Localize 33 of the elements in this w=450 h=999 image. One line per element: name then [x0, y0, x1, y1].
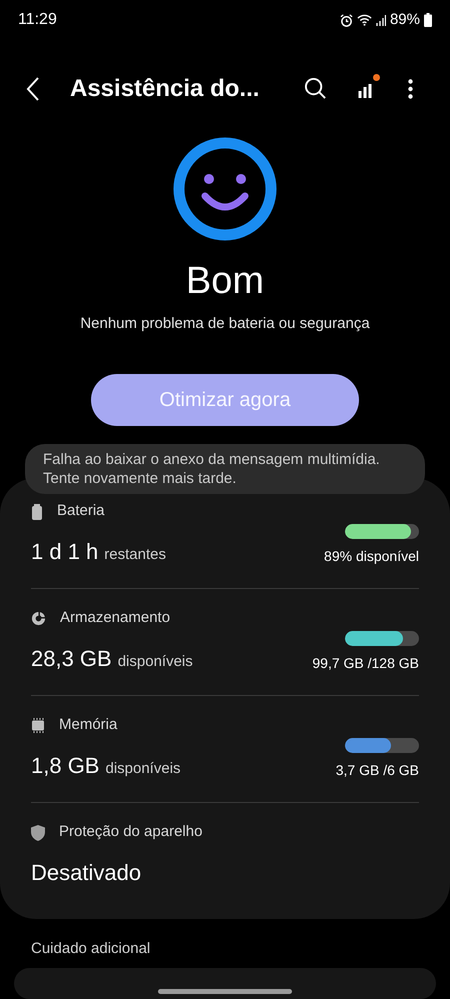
signal-icon: [376, 14, 386, 26]
section-title: Cuidado adicional: [31, 938, 152, 959]
item-label: Memória: [59, 715, 118, 736]
battery-percent: 89%: [390, 10, 420, 30]
status-title: Bom: [184, 259, 266, 304]
item-value: 1,8 GB: [31, 752, 100, 780]
wifi-icon: [356, 14, 372, 26]
search-icon: [304, 77, 326, 100]
item-unit: disponíveis: [118, 652, 193, 672]
usage-reading: 3,7 GB /6 GB: [336, 760, 419, 780]
smiley-face-icon: [173, 137, 277, 242]
status-subtitle: Nenhum problema de bateria ou segurança: [79, 314, 371, 334]
chip-icon: [31, 718, 45, 734]
battery-icon: [31, 504, 43, 520]
clock-time: 11:29: [18, 10, 57, 30]
item-unit: restantes: [104, 544, 166, 565]
usage-reading: 99,7 GB /128 GB: [312, 654, 419, 673]
usage-reading: 89% disponível: [324, 546, 419, 566]
shield-icon: [31, 824, 45, 841]
battery-icon: [424, 13, 432, 27]
item-label: Proteção do aparelho: [59, 822, 202, 842]
page-title: Assistência do...: [70, 74, 260, 104]
item-unit: disponíveis: [105, 758, 181, 779]
item-label: Bateria: [57, 501, 105, 522]
item-value: 28,3 GB: [31, 644, 112, 673]
item-label: Armazenamento: [60, 608, 170, 628]
alarm-icon: [340, 14, 353, 26]
item-value: Desativado: [31, 858, 142, 887]
more-options-icon: [408, 78, 412, 99]
item-value: 1 d 1 h: [31, 538, 98, 566]
optimize-button[interactable]: Otimizar agora: [91, 374, 359, 426]
toast-message: Falha ao baixar o anexo da mensagem multimídia. Tente novamente mais tarde.: [25, 444, 425, 494]
pie-chart-icon: [31, 611, 46, 626]
